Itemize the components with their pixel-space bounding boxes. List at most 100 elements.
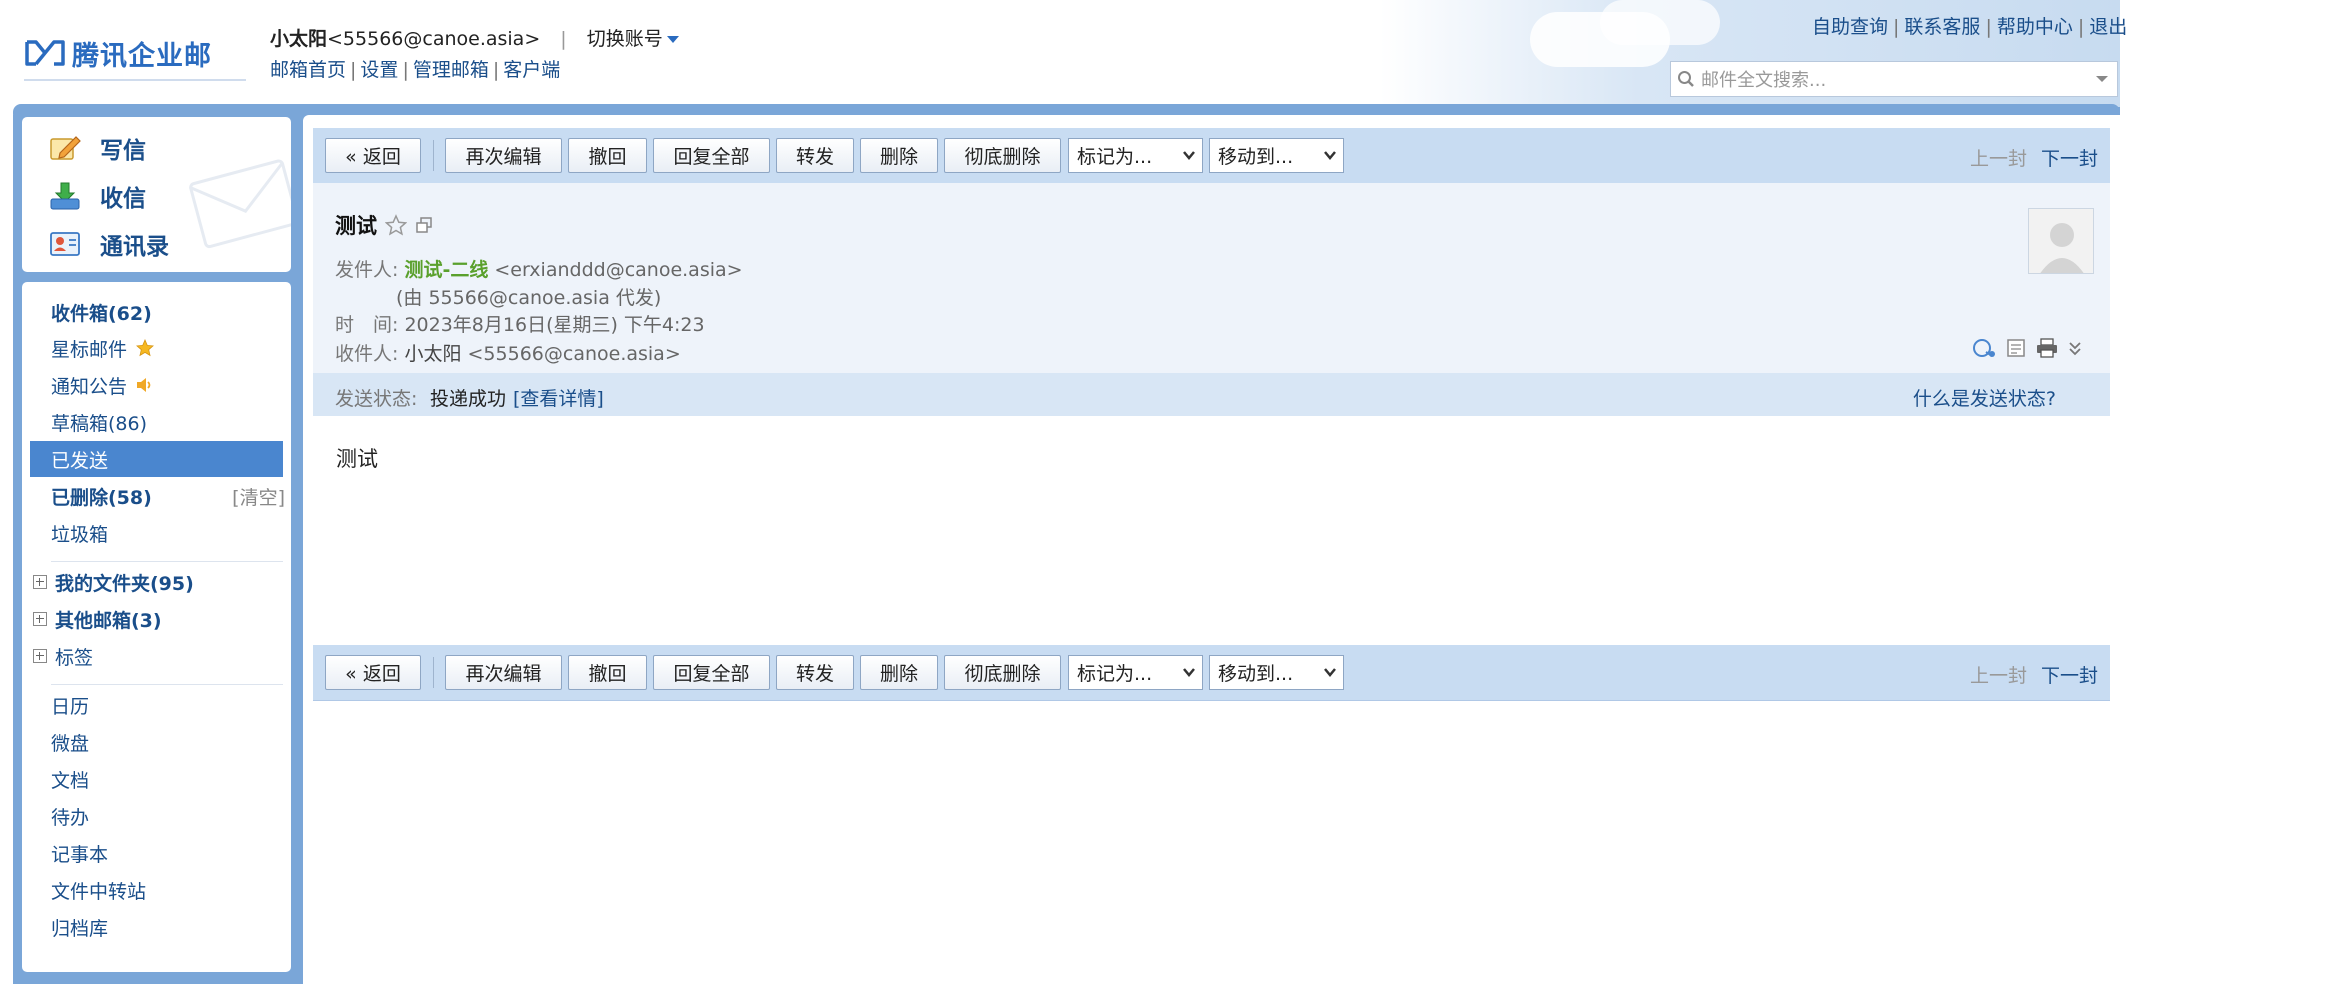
next-mail-link[interactable]: 下一封: [2041, 665, 2098, 687]
recall-button[interactable]: 撤回: [568, 655, 647, 690]
clear-deleted-button[interactable]: [清空]: [232, 483, 285, 510]
app-file-transfer[interactable]: 文件中转站: [22, 872, 291, 908]
search-icon[interactable]: [1671, 70, 1701, 88]
pager: 上一封 下一封: [1970, 144, 2098, 171]
folder-group-tags[interactable]: 标签: [22, 638, 291, 674]
sender-name[interactable]: 测试-二线: [404, 259, 488, 281]
search-input[interactable]: 邮件全文搜索...: [1701, 66, 2087, 92]
user-line: 小太阳<55566@canoe.asia> | 切换账号: [270, 24, 679, 51]
print-icon[interactable]: [2036, 338, 2058, 358]
app-todo[interactable]: 待办: [22, 798, 291, 834]
button-label: 彻底删除: [964, 663, 1041, 685]
recall-button[interactable]: 撤回: [568, 138, 647, 173]
view-details-link[interactable]: [查看详情]: [513, 384, 604, 411]
top-link-self-service[interactable]: 自助查询: [1812, 16, 1888, 38]
receive-button[interactable]: 收信: [48, 179, 146, 213]
quick-actions: 写信 收信 通讯录: [22, 117, 291, 272]
logo[interactable]: 腾讯企业邮: [24, 27, 246, 81]
on-behalf-text: (由 55566@canoe.asia 代发): [396, 287, 662, 309]
folder-drafts[interactable]: 草稿箱(86): [22, 404, 291, 440]
new-window-icon[interactable]: [415, 216, 433, 234]
from-row: 发件人: 测试-二线 <erxianddd@canoe.asia>: [335, 255, 743, 282]
nav-link-admin[interactable]: 管理邮箱: [413, 59, 489, 81]
back-button[interactable]: « 返回: [325, 138, 421, 173]
compose-button[interactable]: 写信: [48, 131, 146, 165]
star-icon: [136, 339, 154, 357]
chevron-down-icon: [1183, 151, 1195, 160]
folder-deleted[interactable]: 已删除(58) [清空]: [22, 478, 291, 514]
button-label: 再次编辑: [465, 146, 542, 168]
folder-group-other-mailboxes[interactable]: 其他邮箱(3): [22, 601, 291, 637]
expand-icon[interactable]: [33, 575, 47, 589]
expand-icon[interactable]: [33, 612, 47, 626]
app-docs[interactable]: 文档: [22, 761, 291, 797]
divider: |: [560, 28, 567, 50]
top-links: 自助查询 | 联系客服 | 帮助中心 | 退出: [1812, 12, 2127, 39]
app-calendar[interactable]: 日历: [22, 687, 291, 723]
recipient-name[interactable]: 小太阳: [404, 343, 461, 365]
app-notes[interactable]: 记事本: [22, 835, 291, 871]
sender-avatar: [2028, 208, 2094, 274]
move-to-select[interactable]: 移动到...: [1209, 138, 1344, 173]
time-row: 时 间: 2023年8月16日(星期三) 下午4:23: [335, 310, 705, 337]
nav-link-settings[interactable]: 设置: [360, 59, 398, 81]
star-outline-icon[interactable]: [385, 214, 407, 236]
receive-label: 收信: [100, 186, 146, 212]
search-box[interactable]: 邮件全文搜索...: [1670, 61, 2118, 97]
contacts-button[interactable]: 通讯录: [48, 227, 169, 261]
top-link-support[interactable]: 联系客服: [1904, 16, 1980, 38]
expand-icon[interactable]: [33, 649, 47, 663]
translate-icon[interactable]: [1972, 337, 1996, 359]
folder-sent[interactable]: 已发送: [30, 441, 283, 477]
folder-starred[interactable]: 星标邮件: [22, 330, 291, 366]
to-label: 收件人:: [335, 343, 399, 365]
select-label: 移动到...: [1218, 146, 1294, 168]
more-chevron-icon[interactable]: [2068, 340, 2082, 356]
logo-mark-icon: [25, 40, 65, 66]
nav-link-client[interactable]: 客户端: [503, 59, 560, 81]
move-to-select[interactable]: 移动到...: [1209, 655, 1344, 690]
delete-button[interactable]: 删除: [860, 655, 938, 690]
select-label: 移动到...: [1218, 663, 1294, 685]
app-archive[interactable]: 归档库: [22, 909, 291, 945]
send-status-help-link[interactable]: 什么是发送状态?: [1913, 384, 2056, 411]
app-drive[interactable]: 微盘: [22, 724, 291, 760]
nav-link-home[interactable]: 邮箱首页: [270, 59, 346, 81]
switch-account-label: 切换账号: [586, 28, 663, 50]
search-options-icon[interactable]: [2087, 74, 2117, 84]
sent-time: 2023年8月16日(星期三) 下午4:23: [404, 314, 705, 336]
delete-permanently-button[interactable]: 彻底删除: [944, 655, 1061, 690]
reply-all-button[interactable]: 回复全部: [653, 655, 770, 690]
compose-icon: [50, 136, 81, 160]
folder-inbox[interactable]: 收件箱(62): [22, 294, 291, 330]
mail-body: 测试: [336, 447, 378, 471]
folder-label: 草稿箱(86): [51, 412, 148, 435]
reply-all-button[interactable]: 回复全部: [653, 138, 770, 173]
note-icon[interactable]: [2006, 338, 2026, 358]
folder-group-my-folders[interactable]: 我的文件夹(95): [22, 564, 291, 600]
prev-mail-link[interactable]: 上一封: [1970, 665, 2027, 687]
mark-as-select[interactable]: 标记为...: [1068, 138, 1203, 173]
prev-mail-link[interactable]: 上一封: [1970, 148, 2027, 170]
top-link-logout[interactable]: 退出: [2089, 16, 2127, 38]
forward-button[interactable]: 转发: [776, 655, 854, 690]
app-label: 文件中转站: [51, 880, 147, 903]
reedit-button[interactable]: 再次编辑: [445, 655, 562, 690]
divider: |: [1893, 16, 1900, 38]
next-mail-link[interactable]: 下一封: [2041, 148, 2098, 170]
folder-label: 我的文件夹(95): [55, 572, 194, 595]
top-link-help[interactable]: 帮助中心: [1997, 16, 2073, 38]
mail-toolbar-bottom: « 返回 再次编辑 撤回 回复全部 转发 删除 彻底删除 标记为... 移动到.…: [313, 645, 2110, 701]
delete-button[interactable]: 删除: [860, 138, 938, 173]
select-label: 标记为...: [1077, 146, 1153, 168]
reedit-button[interactable]: 再次编辑: [445, 138, 562, 173]
folder-notice[interactable]: 通知公告: [22, 367, 291, 403]
delete-permanently-button[interactable]: 彻底删除: [944, 138, 1061, 173]
mark-as-select[interactable]: 标记为...: [1068, 655, 1203, 690]
to-row: 收件人: 小太阳 <55566@canoe.asia>: [335, 339, 681, 366]
back-button[interactable]: « 返回: [325, 655, 421, 690]
folder-spam[interactable]: 垃圾箱: [22, 515, 291, 551]
switch-account-button[interactable]: 切换账号: [587, 28, 679, 50]
forward-button[interactable]: 转发: [776, 138, 854, 173]
divider: [433, 657, 434, 688]
